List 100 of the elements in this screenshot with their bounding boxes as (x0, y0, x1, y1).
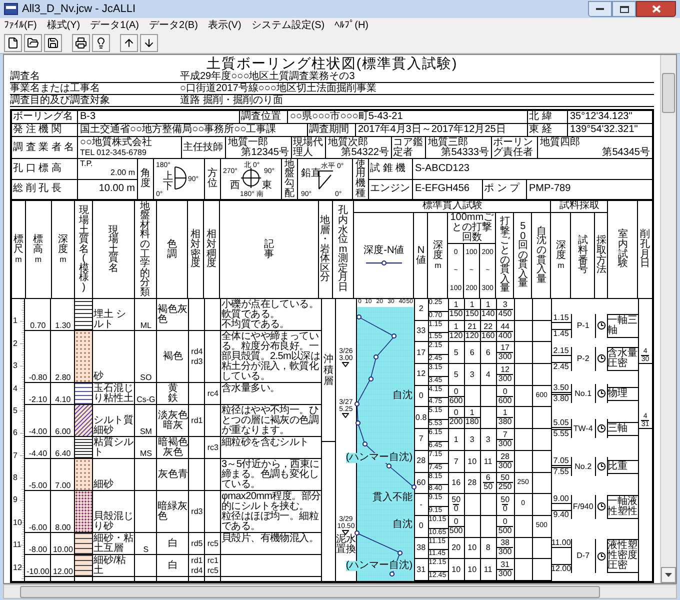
blow-count: 0 500 (448, 518, 464, 535)
sample-depth: 9.00 (553, 494, 569, 503)
scale-label: 7 (13, 452, 18, 460)
sample-depth: 5.55 (553, 430, 569, 438)
consistency-value: rc1 (207, 556, 219, 566)
lab-test: 比重 (608, 460, 638, 474)
menu-item[interactable]: ﾌｧｲﾙ(F) (4, 20, 37, 30)
maximize-button[interactable] (612, 1, 636, 17)
blow-count: 5 (454, 370, 458, 379)
scroll-down-button[interactable] (661, 567, 676, 583)
unit-label: m (15, 254, 22, 264)
total-blows: 7 300 (497, 430, 513, 448)
note-text: φmax20mm程度。部分的にシルトを挟む。 (221, 492, 322, 512)
sample-depth: 2.15 (553, 346, 569, 355)
vertical-scrollbar[interactable] (660, 55, 676, 583)
toolbar-button[interactable] (4, 34, 22, 52)
menu-item[interactable]: データ1(A) (90, 20, 140, 30)
field-value: 平成29年度○○○地区土質調査業務その3 (180, 72, 355, 82)
lab-test: 三軸 (608, 422, 638, 436)
field-label: 角度 (140, 169, 150, 189)
data-point (411, 484, 416, 490)
column-header: 地盤材料の工学的分類 (140, 202, 150, 298)
scroll-thumb[interactable] (20, 586, 600, 598)
chart-annotation: (ハンマー自沈) (346, 561, 413, 572)
blow-count: 10 (468, 565, 477, 574)
close-button[interactable] (636, 1, 676, 17)
column-header: 地層・岩体区分 (320, 216, 330, 284)
lab-test: 物理 (608, 386, 638, 401)
n-value: 60 (416, 476, 426, 489)
n-value: 0.8 (416, 412, 427, 424)
sample-number: P-1 (576, 320, 590, 332)
soil-name: 埋土 シルト (93, 310, 128, 330)
column-header: 採取方法 (596, 236, 606, 275)
document-title: 土質ボーリング柱状図(標準貫入試験) (205, 55, 459, 71)
scale-label: 8 (13, 474, 18, 482)
blow-count: 3 (470, 370, 474, 379)
soil-color: 淡灰色 (158, 410, 188, 420)
toolbar-button[interactable] (44, 34, 62, 52)
toolbar-button[interactable] (140, 34, 158, 52)
soil-name: 玉石混じり粘性土 (93, 384, 134, 404)
sample-number: No.2 (574, 460, 592, 473)
total-blows: 44 400 (497, 322, 513, 340)
blow-count: 50 0 (452, 496, 461, 514)
sample-depth: 11.00 (551, 539, 571, 548)
menu-item[interactable]: ﾍﾙﾌﾟ(H) (334, 20, 369, 30)
minimize-button[interactable] (588, 1, 612, 17)
blow-count: 10 (468, 456, 477, 466)
toolbar-button[interactable] (92, 34, 110, 52)
density-value: rd4 (191, 566, 203, 576)
field-label: 孔 口 標 高 (12, 159, 78, 178)
horizontal-scrollbar[interactable] (3, 584, 677, 599)
elevation-value: -4.00 (28, 427, 48, 436)
data-point (368, 376, 374, 382)
blow-count: 16 (452, 478, 461, 488)
field-label: 東 経 (528, 124, 568, 136)
company-name: ○○地質株式会社 (80, 138, 154, 148)
total-blows: 3 450 (497, 300, 513, 318)
total-blows: 50 250 (497, 474, 513, 492)
data-point (362, 442, 368, 446)
field-label: 方位 (208, 169, 218, 189)
column-header: 記事 (264, 240, 274, 260)
note-text: 粒径はほぼ均一。細粒である。 (221, 512, 320, 532)
sample-number: No.1 (574, 388, 592, 400)
lab-test: 含水量圧密 (608, 346, 638, 371)
field-label: 総 削 孔 長 (12, 180, 78, 199)
note-text: 全体にやや締まっている。粒度分布良好。一部貝殻質。2.5m以深は粘土分が混入，軟質化している。 (221, 332, 322, 382)
depth-value: 8.00 (55, 523, 71, 532)
field-value: ○○県○○○市○○○町5-43-21 (288, 111, 528, 123)
field-value: 道路 掘削・掘削のり面 (180, 96, 283, 106)
total-blows: 1 380 (497, 409, 513, 426)
phone-number: TEL 012-345-6789 (80, 148, 148, 157)
depth-value: 1.30 (55, 321, 71, 330)
menu-item[interactable]: データ2(B) (149, 20, 198, 30)
save-icon (47, 37, 59, 49)
menu-item[interactable]: システム設定(S) (251, 20, 325, 30)
scroll-thumb[interactable] (662, 73, 675, 113)
person-name: 地質三郎 (428, 138, 469, 148)
toolbar-button[interactable] (24, 34, 42, 52)
up-arrow-icon (123, 37, 135, 49)
n-value: 31 (416, 564, 426, 576)
consistency-value: rc5 (207, 566, 219, 576)
note-text: 小礫が点在している。軟質である。 (221, 300, 320, 320)
total-blows: 50 0 (500, 496, 510, 514)
sample-depth: 9.40 (553, 510, 569, 519)
toolbar-button[interactable] (72, 34, 90, 52)
angle-drawing (174, 166, 186, 190)
elevation-value: -2.10 (28, 395, 48, 404)
field-value: PMP-789 (528, 182, 572, 196)
unit-label: m (558, 260, 564, 270)
toolbar-button[interactable] (120, 34, 138, 52)
soil-color: 白 (168, 560, 178, 570)
menu-item[interactable]: 表示(V) (208, 20, 242, 30)
menu-item[interactable]: 様式(Y) (46, 20, 80, 30)
soil-class: S (143, 545, 149, 554)
field-label: 調査目的及び調査対象 (10, 96, 111, 106)
scale-label: 3 (13, 362, 18, 370)
blow-count: 7 (454, 456, 458, 466)
scale-label: 5 (13, 406, 18, 415)
soil-name: 粘質シルト (93, 438, 134, 458)
field-label: 調査名 (10, 72, 41, 82)
